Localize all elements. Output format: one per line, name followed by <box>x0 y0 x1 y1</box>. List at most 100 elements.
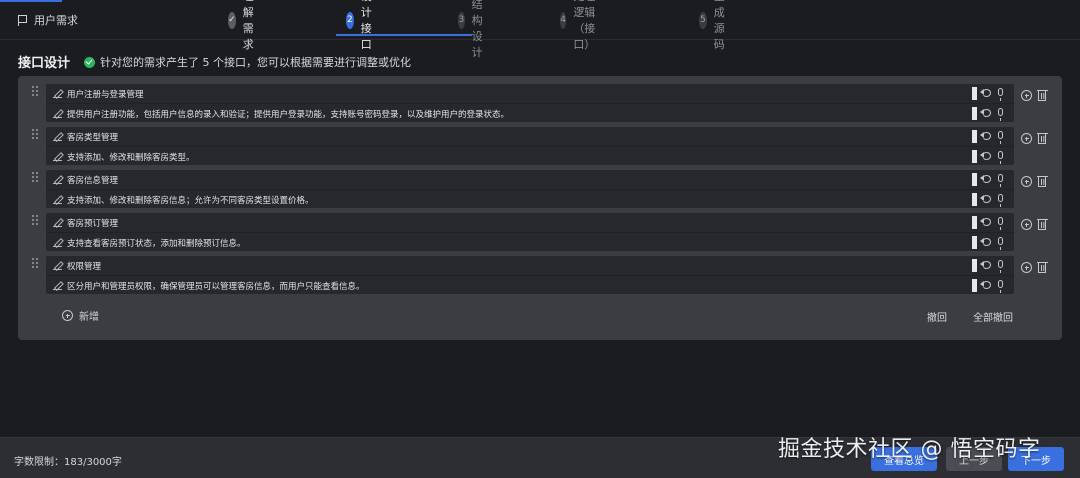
trash-icon[interactable] <box>1036 89 1048 101</box>
interface-description-row[interactable]: 支持添加、修改和删除客房类型。 <box>46 146 1014 165</box>
microphone-icon[interactable] <box>998 151 1003 164</box>
add-interface-button[interactable]: 新增 <box>62 308 99 323</box>
text-cursor <box>972 173 977 186</box>
text-cursor <box>972 87 977 100</box>
check-circle-icon <box>84 56 95 68</box>
step-label: 生成源码 <box>713 0 725 51</box>
interface-name[interactable]: 用户注册与登录管理 <box>67 88 144 100</box>
interface-description[interactable]: 区分用户和管理员权限，确保管理员可以管理客房信息，而用户只能查看信息。 <box>67 280 365 292</box>
interface-description-row[interactable]: 区分用户和管理员权限，确保管理员可以管理客房信息，而用户只能查看信息。 <box>46 275 1014 294</box>
interface-name[interactable]: 客房预订管理 <box>67 217 118 229</box>
add-label: 新增 <box>79 312 99 323</box>
interface-description[interactable]: 提供用户注册功能，包括用户信息的录入和验证；提供用户登录功能，支持账号密码登录，… <box>67 108 509 120</box>
add-circle-icon[interactable] <box>1021 262 1032 273</box>
add-circle-icon <box>62 310 73 321</box>
microphone-icon[interactable] <box>998 260 1003 273</box>
tab-accent-line <box>0 0 62 2</box>
add-circle-icon[interactable] <box>1021 90 1032 101</box>
interface-description[interactable]: 支持添加、修改和删除客房类型。 <box>67 151 195 163</box>
add-circle-icon[interactable] <box>1021 219 1032 230</box>
trash-icon[interactable] <box>1036 218 1048 230</box>
interface-name-row[interactable]: 客房信息管理 <box>46 170 1014 189</box>
interface-name-row[interactable]: 用户注册与登录管理 <box>46 84 1014 103</box>
trash-icon[interactable] <box>1036 261 1048 273</box>
drag-handle-icon[interactable] <box>32 215 40 227</box>
breadcrumb[interactable]: 用户需求 <box>18 12 78 28</box>
interface-name-row[interactable]: 客房预订管理 <box>46 213 1014 232</box>
edit-icon <box>53 132 62 141</box>
microphone-icon[interactable] <box>998 217 1003 230</box>
step-check-icon: ✓ <box>228 11 236 29</box>
drag-handle-icon[interactable] <box>32 172 40 184</box>
undo-icon[interactable] <box>980 261 991 269</box>
flag-icon <box>18 14 28 26</box>
edit-icon <box>53 218 62 227</box>
add-circle-icon[interactable] <box>1021 133 1032 144</box>
drag-handle-icon[interactable] <box>32 129 40 141</box>
item-tools <box>1021 218 1051 233</box>
step-table-design[interactable]: 3 表结构设计 <box>458 0 493 59</box>
interface-description-row[interactable]: 支持查看客房预订状态，添加和删除预订信息。 <box>46 232 1014 251</box>
add-circle-icon[interactable] <box>1021 176 1032 187</box>
trash-icon[interactable] <box>1036 132 1048 144</box>
row-tools <box>972 107 1008 121</box>
undo-icon[interactable] <box>980 218 991 226</box>
step-design-interface[interactable]: 2 设计接口 <box>346 0 381 51</box>
interface-item: 用户注册与登录管理 提供用户注册功能，包括用户信息的录入和验证；提供用户登录功能… <box>18 80 1062 122</box>
step-label: 表结构设计 <box>471 0 483 59</box>
interface-description[interactable]: 支持添加、修改和删除客房信息；允许为不同客房类型设置价格。 <box>67 194 314 206</box>
step-understand[interactable]: ✓ 理解需求 <box>228 0 263 51</box>
interface-name[interactable]: 客房类型管理 <box>67 131 118 143</box>
interface-name-row[interactable]: 权限管理 <box>46 256 1014 275</box>
interface-item: 客房信息管理 支持添加、修改和删除客房信息；允许为不同客房类型设置价格。 <box>18 166 1062 208</box>
interface-description-row[interactable]: 支持添加、修改和删除客房信息；允许为不同客房类型设置价格。 <box>46 189 1014 208</box>
undo-icon[interactable] <box>980 152 991 160</box>
item-tools <box>1021 261 1051 276</box>
interface-item: 权限管理 区分用户和管理员权限，确保管理员可以管理客房信息，而用户只能查看信息。 <box>18 252 1062 294</box>
interface-name[interactable]: 权限管理 <box>67 260 101 272</box>
interface-name-row[interactable]: 客房类型管理 <box>46 127 1014 146</box>
item-tools <box>1021 89 1051 104</box>
item-tools <box>1021 175 1051 190</box>
drag-handle-icon[interactable] <box>32 258 40 270</box>
undo-icon[interactable] <box>980 281 991 289</box>
text-cursor <box>972 259 977 272</box>
edit-icon <box>53 152 62 161</box>
interface-description-row[interactable]: 提供用户注册功能，包括用户信息的录入和验证；提供用户登录功能，支持账号密码登录，… <box>46 103 1014 122</box>
step-logic[interactable]: 4 处理逻辑（接口） <box>560 0 606 51</box>
microphone-icon[interactable] <box>998 237 1003 250</box>
step-label: 理解需求 <box>242 0 254 51</box>
undo-icon[interactable] <box>980 109 991 117</box>
text-cursor <box>972 193 977 206</box>
edit-icon <box>53 89 62 98</box>
undo-icon[interactable] <box>980 238 991 246</box>
edit-icon <box>53 195 62 204</box>
undo-button[interactable]: 撤回 <box>927 309 947 324</box>
microphone-icon[interactable] <box>998 131 1003 144</box>
undo-icon[interactable] <box>980 195 991 203</box>
microphone-icon[interactable] <box>998 108 1003 121</box>
undo-all-button[interactable]: 全部撤回 <box>973 309 1013 324</box>
microphone-icon[interactable] <box>998 194 1003 207</box>
row-tools <box>972 87 1008 101</box>
item-tools <box>1021 132 1051 147</box>
watermark: 掘金技术社区 @ 悟空码字 <box>778 437 1041 462</box>
step-label: 设计接口 <box>360 0 372 51</box>
undo-icon[interactable] <box>980 89 991 97</box>
drag-handle-icon[interactable] <box>32 86 40 98</box>
interface-fields: 用户注册与登录管理 提供用户注册功能，包括用户信息的录入和验证；提供用户登录功能… <box>46 84 1014 122</box>
microphone-icon[interactable] <box>998 280 1003 293</box>
microphone-icon[interactable] <box>998 174 1003 187</box>
edit-icon <box>53 281 62 290</box>
breadcrumb-label: 用户需求 <box>34 14 78 27</box>
interface-description[interactable]: 支持查看客房预订状态，添加和删除预订信息。 <box>67 237 246 249</box>
microphone-icon[interactable] <box>998 88 1003 101</box>
interface-name[interactable]: 客房信息管理 <box>67 174 118 186</box>
step-generate-code[interactable]: 5 生成源码 <box>699 0 734 51</box>
text-cursor <box>972 279 977 292</box>
step-number: 5 <box>699 11 707 29</box>
interface-fields: 客房信息管理 支持添加、修改和删除客房信息；允许为不同客房类型设置价格。 <box>46 170 1014 208</box>
undo-icon[interactable] <box>980 175 991 183</box>
undo-icon[interactable] <box>980 132 991 140</box>
trash-icon[interactable] <box>1036 175 1048 187</box>
